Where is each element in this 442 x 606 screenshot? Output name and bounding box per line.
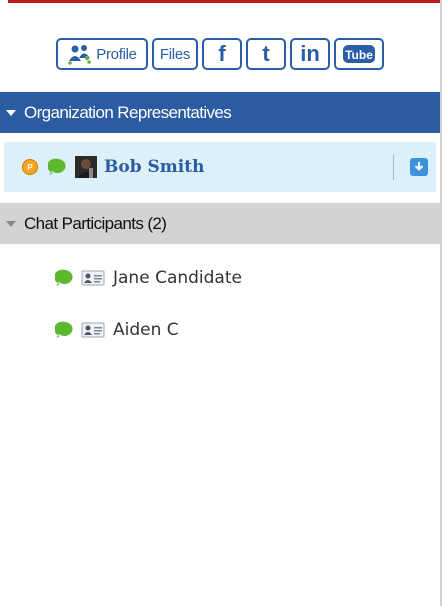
presenter-badge-icon: P [22, 159, 38, 175]
row-divider [393, 154, 394, 180]
participant-row[interactable]: Aiden C [55, 318, 179, 342]
participant-name[interactable]: Aiden C [113, 320, 179, 340]
youtube-button[interactable]: Tube [334, 38, 384, 70]
linkedin-icon: in [300, 41, 320, 66]
twitter-button[interactable]: t [246, 38, 286, 70]
representative-name[interactable]: Bob Smith [104, 157, 204, 177]
org-representatives-title: Organization Representatives [24, 102, 232, 122]
chat-bubble-icon [48, 158, 66, 175]
chat-participants-header[interactable]: Chat Participants (2) [0, 203, 440, 244]
toolbar: Profile Files f t in Tube [0, 38, 440, 70]
contact-card-icon [81, 270, 105, 286]
avatar [75, 156, 97, 178]
top-accent-bar [8, 0, 441, 3]
linkedin-button[interactable]: in [290, 38, 330, 70]
profile-label: Profile [96, 45, 137, 63]
collapse-arrow-icon [6, 109, 16, 116]
facebook-icon: f [218, 41, 226, 66]
org-representatives-header[interactable]: Organization Representatives [0, 92, 440, 133]
youtube-icon: Tube [343, 45, 375, 63]
profile-button[interactable]: Profile [56, 38, 148, 70]
contact-card-icon [81, 322, 105, 338]
presenter-badge-label: P [27, 162, 33, 172]
chat-participants-title: Chat Participants (2) [24, 213, 167, 233]
chat-bubble-icon [55, 321, 73, 338]
files-button[interactable]: Files [152, 38, 198, 70]
twitter-icon: t [262, 41, 270, 66]
representative-row[interactable]: P Bob Smith [4, 142, 436, 192]
files-label: Files [159, 45, 191, 63]
chat-bubble-icon [55, 269, 73, 286]
people-icon [68, 45, 92, 65]
participant-row[interactable]: Jane Candidate [55, 266, 242, 290]
youtube-icon-label: Tube [345, 48, 373, 62]
collapse-arrow-icon [6, 220, 16, 227]
download-icon[interactable] [410, 158, 428, 176]
facebook-button[interactable]: f [202, 38, 242, 70]
participant-name[interactable]: Jane Candidate [113, 268, 242, 288]
